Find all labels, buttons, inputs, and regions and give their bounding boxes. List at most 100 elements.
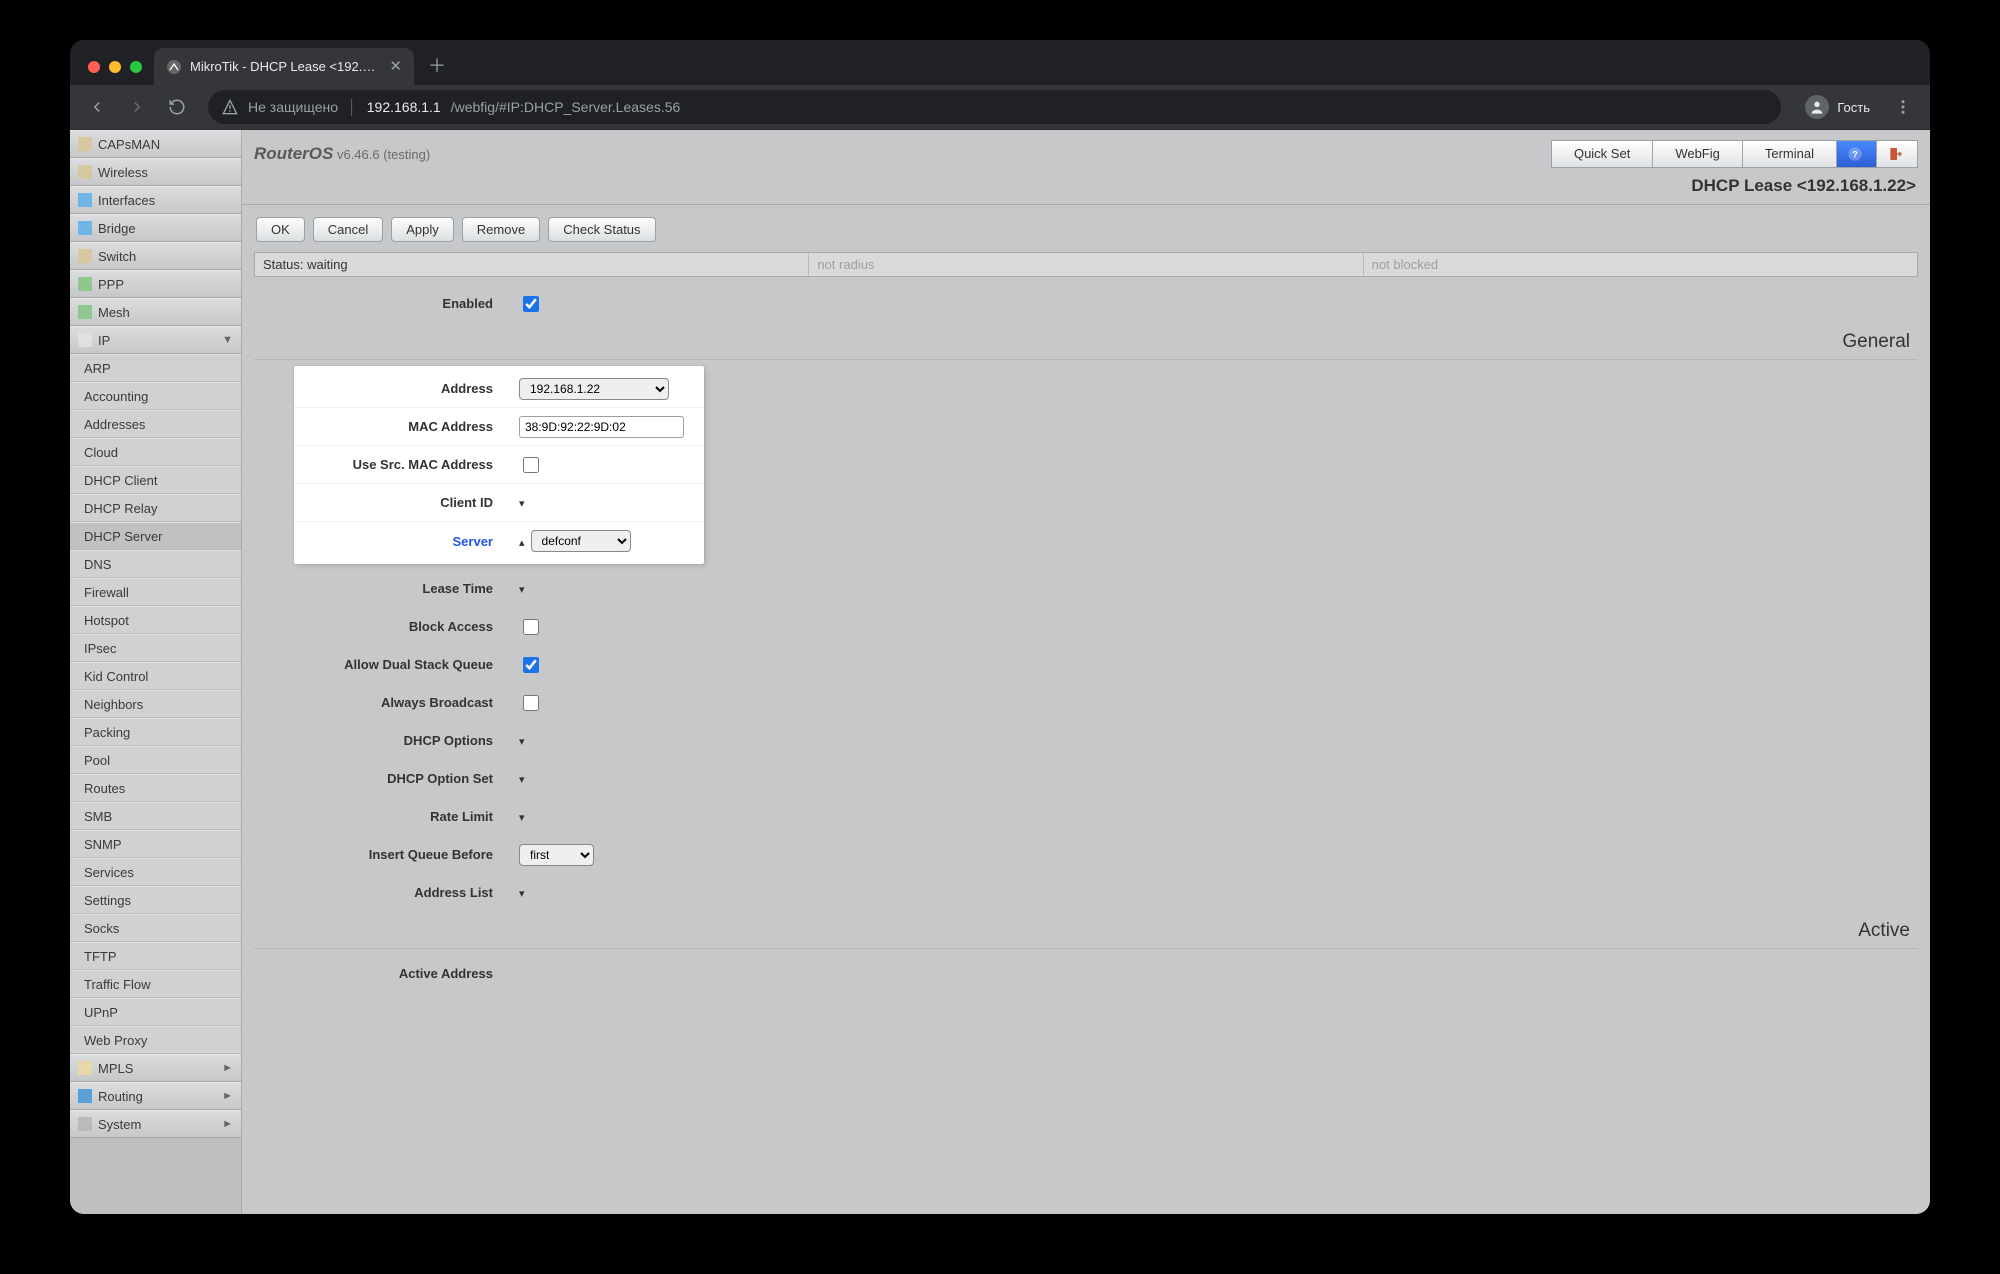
row-alwaysbc: Always Broadcast [254,684,1918,722]
tab-terminal[interactable]: Terminal [1743,141,1837,167]
chevron-down-icon: ▼ [222,334,233,346]
label-enabled: Enabled [254,296,509,311]
sidebar-item-neighbors[interactable]: Neighbors [70,690,241,718]
sidebar-item-kid-control[interactable]: Kid Control [70,662,241,690]
sidebar-item-socks[interactable]: Socks [70,914,241,942]
row-dhcpoptset: DHCP Option Set [254,760,1918,798]
row-ratelimit: Rate Limit [254,798,1918,836]
sidebar-item-mpls[interactable]: MPLS► [70,1054,241,1082]
sidebar-item-dns[interactable]: DNS [70,550,241,578]
back-button[interactable] [80,90,114,124]
insertq-select[interactable]: first [519,844,594,866]
sidebar-item-ip[interactable]: IP▼ [70,326,241,354]
sidebar-item-firewall[interactable]: Firewall [70,578,241,606]
sidebar-item-dhcp-relay[interactable]: DHCP Relay [70,494,241,522]
label-server[interactable]: Server [294,534,509,549]
sidebar-item-routes[interactable]: Routes [70,774,241,802]
sidebar-label: Settings [84,893,131,908]
remove-button[interactable]: Remove [462,217,540,242]
url-host: 192.168.1.1 [367,99,441,115]
apply-button[interactable]: Apply [391,217,454,242]
reload-button[interactable] [160,90,194,124]
sidebar-item-accounting[interactable]: Accounting [70,382,241,410]
sidebar-item-bridge[interactable]: Bridge [70,214,241,242]
sidebar-item-smb[interactable]: SMB [70,802,241,830]
expand-icon[interactable] [519,809,525,824]
sidebar-item-tftp[interactable]: TFTP [70,942,241,970]
sidebar-item-wireless[interactable]: Wireless [70,158,241,186]
sidebar-item-addresses[interactable]: Addresses [70,410,241,438]
check-status-button[interactable]: Check Status [548,217,655,242]
sidebar-item-ipsec[interactable]: IPsec [70,634,241,662]
sidebar-item-capsman[interactable]: CAPsMAN [70,130,241,158]
sidebar-item-services[interactable]: Services [70,858,241,886]
ok-button[interactable]: OK [256,217,305,242]
mpls-icon [78,1061,92,1075]
sidebar-item-interfaces[interactable]: Interfaces [70,186,241,214]
address-bar[interactable]: Не защищено │ 192.168.1.1 /webfig/#IP:DH… [208,90,1781,124]
sidebar-item-cloud[interactable]: Cloud [70,438,241,466]
sidebar-item-settings[interactable]: Settings [70,886,241,914]
sidebar-item-ppp[interactable]: PPP [70,270,241,298]
sidebar-item-dhcp-client[interactable]: DHCP Client [70,466,241,494]
sidebar-item-arp[interactable]: ARP [70,354,241,382]
sidebar-label: Packing [84,725,130,740]
browser-tab[interactable]: MikroTik - DHCP Lease <192.1… ✕ [154,48,414,85]
sidebar-item-hotspot[interactable]: Hotspot [70,606,241,634]
address-select[interactable]: 192.168.1.22 [519,378,669,400]
sidebar-item-web-proxy[interactable]: Web Proxy [70,1026,241,1054]
sidebar-item-system[interactable]: System► [70,1110,241,1138]
expand-icon[interactable] [519,885,525,900]
top-tabs: Quick Set WebFig Terminal ? [1551,140,1918,168]
expand-icon[interactable] [519,733,525,748]
insecure-label: Не защищено [248,99,338,115]
blockaccess-checkbox[interactable] [523,619,539,635]
row-address: Address 192.168.1.22 [294,370,704,408]
tab-close-button[interactable]: ✕ [389,59,402,74]
sidebar-item-traffic-flow[interactable]: Traffic Flow [70,970,241,998]
new-tab-button[interactable]: ＋ [414,57,460,85]
sidebar-label: Routing [98,1089,143,1104]
sidebar-item-packing[interactable]: Packing [70,718,241,746]
usesrc-checkbox[interactable] [523,457,539,473]
sidebar-item-pool[interactable]: Pool [70,746,241,774]
profile-chip[interactable]: Гость [1795,90,1880,124]
sidebar-label: Routes [84,781,125,796]
expand-icon[interactable] [519,495,525,510]
sidebar-item-routing[interactable]: Routing► [70,1082,241,1110]
cancel-button[interactable]: Cancel [313,217,383,242]
row-mac: MAC Address [294,408,704,446]
tab-title: MikroTik - DHCP Lease <192.1… [190,59,381,74]
forward-button[interactable] [120,90,154,124]
label-activeaddr: Active Address [254,966,509,981]
sidebar-item-dhcp-server[interactable]: DHCP Server [70,522,241,550]
kebab-menu-button[interactable] [1886,90,1920,124]
row-enabled: Enabled [254,285,1918,323]
help-button[interactable]: ? [1837,141,1877,167]
tab-quick-set[interactable]: Quick Set [1552,141,1653,167]
maximize-window-button[interactable] [130,61,142,73]
window-controls [80,61,154,85]
expand-icon[interactable] [519,771,525,786]
sidebar-item-mesh[interactable]: Mesh [70,298,241,326]
label-insertq: Insert Queue Before [254,847,509,862]
sidebar-item-switch[interactable]: Switch [70,242,241,270]
mac-input[interactable] [519,416,684,438]
interfaces-icon [78,193,92,207]
sidebar-item-snmp[interactable]: SNMP [70,830,241,858]
logout-button[interactable] [1877,141,1917,167]
sidebar-item-upnp[interactable]: UPnP [70,998,241,1026]
tab-webfig[interactable]: WebFig [1653,141,1743,167]
collapse-icon[interactable] [519,534,525,549]
label-alwaysbc: Always Broadcast [254,695,509,710]
minimize-window-button[interactable] [109,61,121,73]
alwaysbc-checkbox[interactable] [523,695,539,711]
server-select[interactable]: defconf [531,530,631,552]
dualstack-checkbox[interactable] [523,657,539,673]
expand-icon[interactable] [519,581,525,596]
sidebar-label: Pool [84,753,110,768]
sidebar-label: Services [84,865,134,880]
close-window-button[interactable] [88,61,100,73]
sidebar-label: ARP [84,361,111,376]
enabled-checkbox[interactable] [523,296,539,312]
